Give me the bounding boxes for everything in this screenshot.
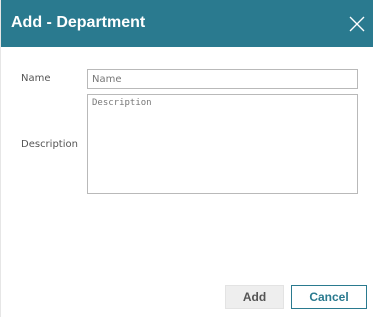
- name-input[interactable]: [87, 69, 358, 89]
- description-label: Description: [21, 139, 78, 150]
- dialog-header: Add - Department: [1, 0, 373, 47]
- name-label: Name: [21, 73, 51, 84]
- close-button[interactable]: [346, 13, 368, 35]
- dialog-title: Add - Department: [11, 14, 146, 31]
- description-textarea[interactable]: [87, 94, 358, 194]
- close-icon: [349, 16, 365, 32]
- cancel-button[interactable]: Cancel: [291, 285, 367, 309]
- add-button[interactable]: Add: [225, 285, 284, 309]
- add-department-dialog: Add - Department Name Description Add Ca…: [0, 0, 373, 317]
